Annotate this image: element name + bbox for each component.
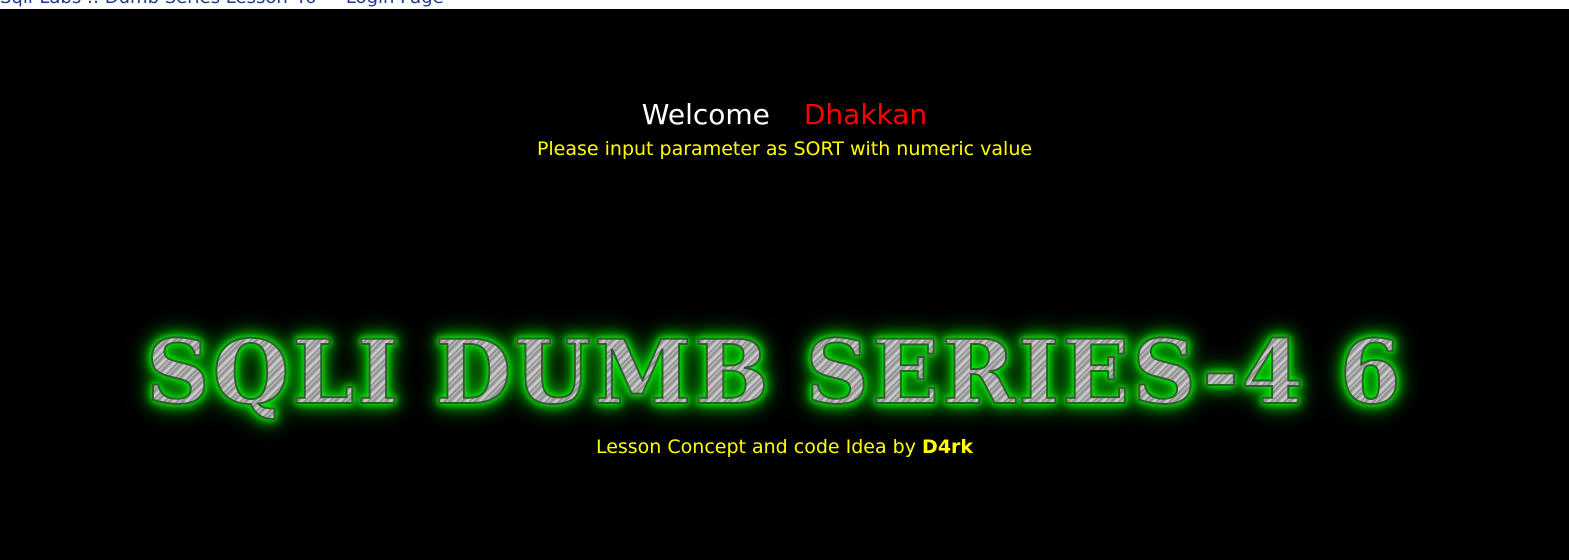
clipped-header-text: Sqli-Labs :: Dumb Series Lesson 46 — Log… <box>0 0 760 8</box>
title-banner-text: SQLI DUMB SERIES-4 6 <box>105 321 1445 423</box>
credit-prefix: Lesson Concept and code Idea by <box>595 436 916 458</box>
title-banner-image: SQLI DUMB SERIES-4 6 <box>105 321 1445 423</box>
top-strip: Sqli-Labs :: Dumb Series Lesson 46 — Log… <box>0 0 1569 9</box>
welcome-line: Welcome Dhakkan <box>0 98 1569 132</box>
welcome-greeting: Welcome <box>641 98 770 131</box>
instruction-text: Please input parameter as SORT with nume… <box>536 138 1033 160</box>
credit-author: D4rk <box>922 436 974 458</box>
welcome-username: Dhakkan <box>803 98 928 131</box>
credit-line: Lesson Concept and code Idea by D4rk <box>0 434 1569 460</box>
